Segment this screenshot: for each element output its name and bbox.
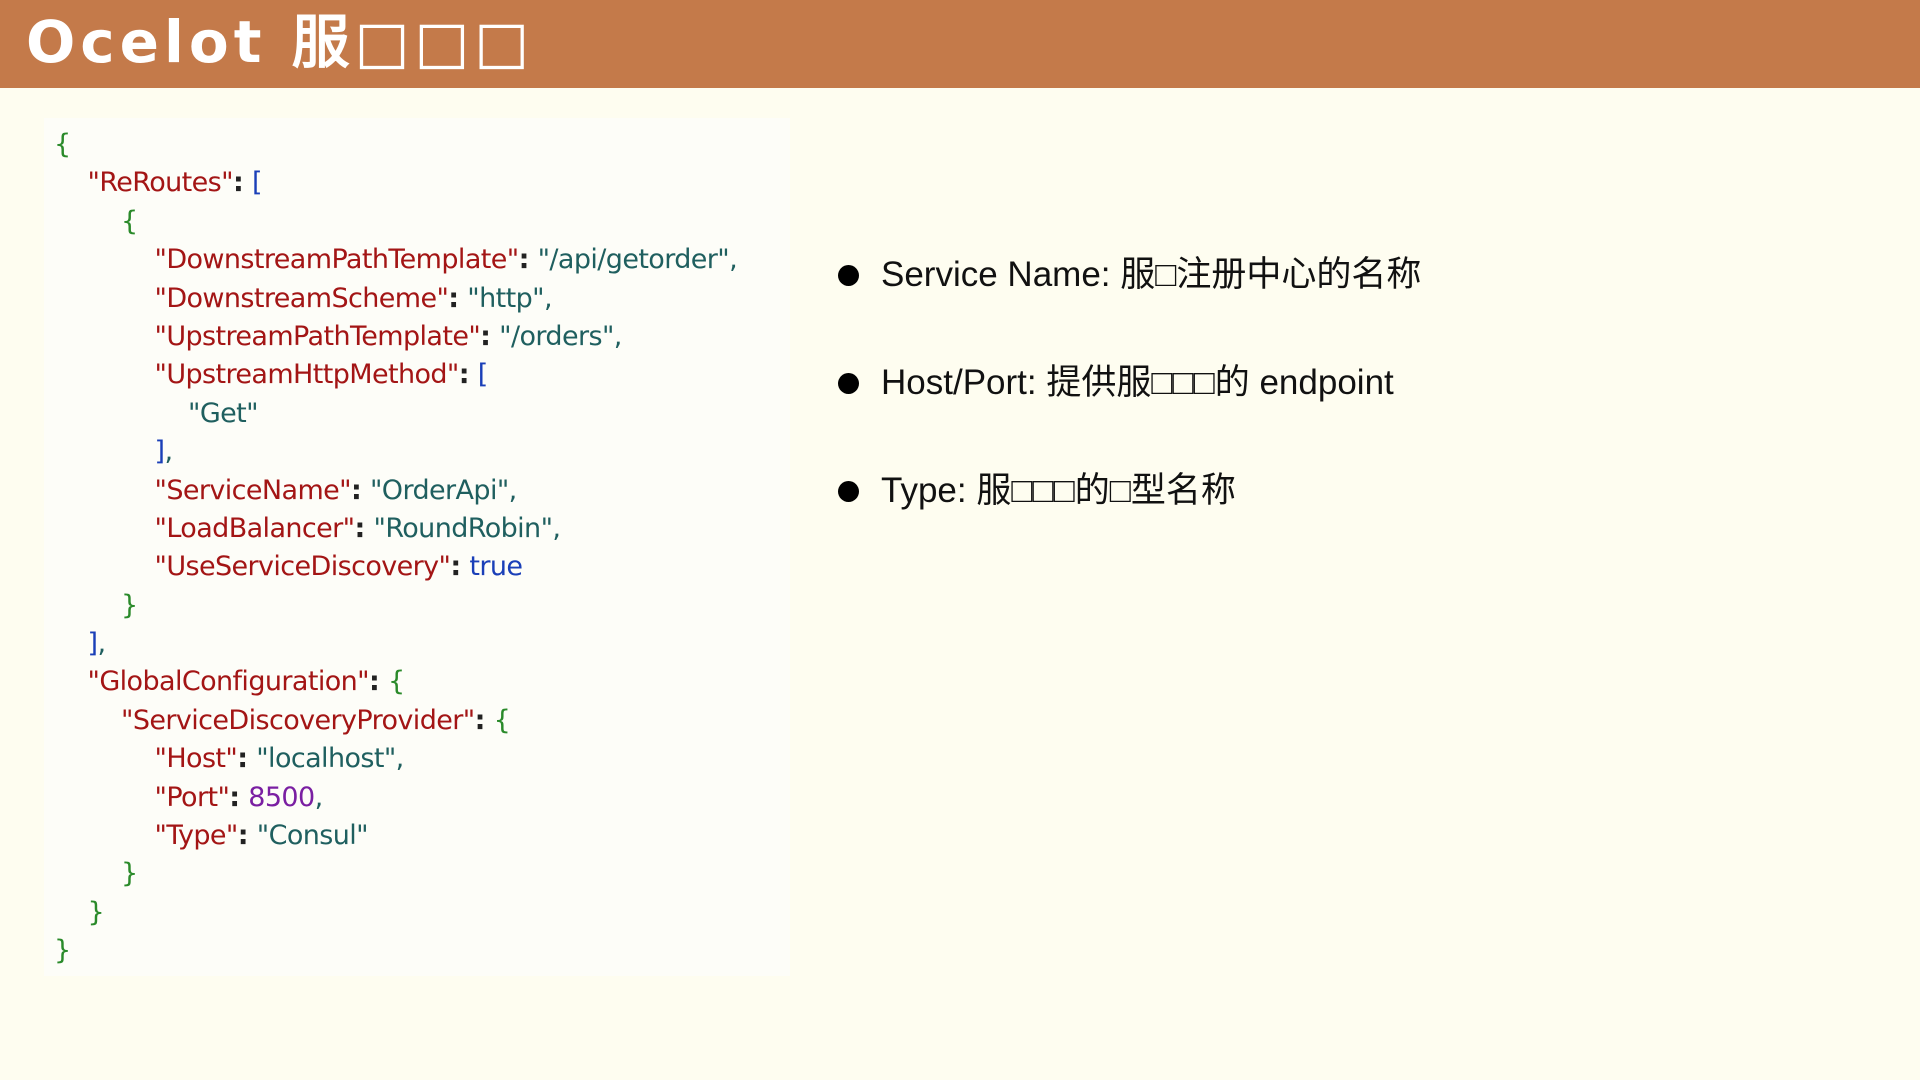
code-token: "Get" xyxy=(188,397,259,429)
bullet-item-type: Type: 服□□□的□型名称 xyxy=(838,462,1898,570)
code-token: : xyxy=(480,320,500,352)
code-token: "UpstreamPathTemplate" xyxy=(154,320,481,352)
code-token: } xyxy=(54,935,71,967)
code-line: "ReRoutes": [ xyxy=(54,164,737,202)
code-token: "DownstreamScheme" xyxy=(154,282,449,314)
code-token: { xyxy=(121,205,138,237)
code-token: : xyxy=(237,820,257,852)
code-line: "Type": "Consul" xyxy=(54,817,737,855)
code-token: : xyxy=(237,743,257,775)
code-token: "ServiceDiscoveryProvider" xyxy=(121,704,475,736)
code-token: true xyxy=(469,551,523,583)
code-token: : xyxy=(458,359,478,391)
code-token: "Type" xyxy=(154,820,239,852)
code-token: "/orders", xyxy=(499,320,622,352)
bullet-dot-icon xyxy=(838,265,859,286)
code-token: ] xyxy=(87,628,99,660)
code-line: } xyxy=(54,894,737,932)
code-line: "ServiceName": "OrderApi", xyxy=(54,472,737,510)
code-line: "ServiceDiscoveryProvider": { xyxy=(54,702,737,740)
slide: Ocelot 服□□□ {"ReRoutes": [{"DownstreamPa… xyxy=(0,0,1920,1080)
bullet-list: Service Name: 服□注册中心的名称 Host/Port: 提供服□□… xyxy=(838,246,1898,570)
code-token: [ xyxy=(477,359,489,391)
code-token: "OrderApi", xyxy=(369,474,517,506)
code-line: { xyxy=(54,203,737,241)
code-token: "http", xyxy=(467,282,552,314)
json-config-code: {"ReRoutes": [{"DownstreamPathTemplate":… xyxy=(54,126,738,971)
code-token: "localhost", xyxy=(256,743,404,775)
code-line: "UpstreamPathTemplate": "/orders", xyxy=(54,318,737,356)
code-token: , xyxy=(97,628,106,660)
slide-title: Ocelot 服□□□ xyxy=(26,8,535,76)
code-panel: {"ReRoutes": [{"DownstreamPathTemplate":… xyxy=(44,118,790,976)
code-token: 8500 xyxy=(248,781,315,813)
code-token: "DownstreamPathTemplate" xyxy=(154,244,520,276)
code-token: "GlobalConfiguration" xyxy=(87,666,370,698)
code-token: "Host" xyxy=(154,743,238,775)
code-line: "LoadBalancer": "RoundRobin", xyxy=(54,510,737,548)
code-token: } xyxy=(87,896,105,928)
code-line: "DownstreamScheme": "http", xyxy=(54,280,737,318)
code-token: : xyxy=(450,551,470,583)
code-line: "DownstreamPathTemplate": "/api/getorder… xyxy=(54,241,738,279)
code-token: [ xyxy=(251,167,263,199)
code-line: "UpstreamHttpMethod": [ xyxy=(54,356,737,394)
bullet-text: Service Name: 服□注册中心的名称 xyxy=(881,255,1422,294)
code-token: : xyxy=(474,704,494,736)
code-line: "Host": "localhost", xyxy=(54,740,737,778)
code-token: { xyxy=(493,704,511,736)
code-token: "ReRoutes" xyxy=(87,167,234,199)
code-token: : xyxy=(229,781,249,813)
code-line: ], xyxy=(54,625,737,663)
code-token: : xyxy=(354,512,374,544)
bullet-item-service-name: Service Name: 服□注册中心的名称 xyxy=(838,246,1898,354)
code-line: "UseServiceDiscovery": true xyxy=(54,548,737,586)
code-token: { xyxy=(387,666,405,698)
code-token: , xyxy=(314,781,324,813)
bullet-dot-icon xyxy=(838,373,859,394)
code-line: } xyxy=(54,932,737,970)
code-token: "LoadBalancer" xyxy=(154,512,356,544)
bullet-dot-icon xyxy=(838,481,859,502)
code-line: } xyxy=(54,855,737,893)
bullet-text: Host/Port: 提供服□□□的 endpoint xyxy=(881,363,1394,402)
code-token: ] xyxy=(154,436,166,468)
code-token: : xyxy=(232,167,252,199)
code-token: } xyxy=(121,858,138,890)
bullet-text: Type: 服□□□的□型名称 xyxy=(881,471,1236,510)
title-bar: Ocelot 服□□□ xyxy=(0,0,1920,88)
code-token: : xyxy=(368,666,388,698)
code-line: } xyxy=(54,587,737,625)
code-token: , xyxy=(164,436,173,468)
code-token: "ServiceName" xyxy=(154,474,352,506)
bullet-item-host-port: Host/Port: 提供服□□□的 endpoint xyxy=(838,354,1898,462)
code-line: "GlobalConfiguration": { xyxy=(54,663,737,701)
code-token: "/api/getorder", xyxy=(537,244,738,276)
code-line: ], xyxy=(54,433,737,471)
code-line: "Port": 8500, xyxy=(54,779,737,817)
code-token: "UpstreamHttpMethod" xyxy=(154,359,460,391)
code-token: : xyxy=(518,244,538,276)
code-token: "UseServiceDiscovery" xyxy=(154,551,451,583)
code-token: : xyxy=(448,282,468,314)
code-token: "Port" xyxy=(154,781,230,813)
code-line: "Get" xyxy=(54,395,737,433)
code-token: : xyxy=(350,474,370,506)
code-token: { xyxy=(54,129,71,160)
code-line: { xyxy=(54,126,737,164)
code-token: } xyxy=(121,589,138,621)
code-token: "RoundRobin", xyxy=(373,512,561,544)
code-token: "Consul" xyxy=(256,820,369,852)
